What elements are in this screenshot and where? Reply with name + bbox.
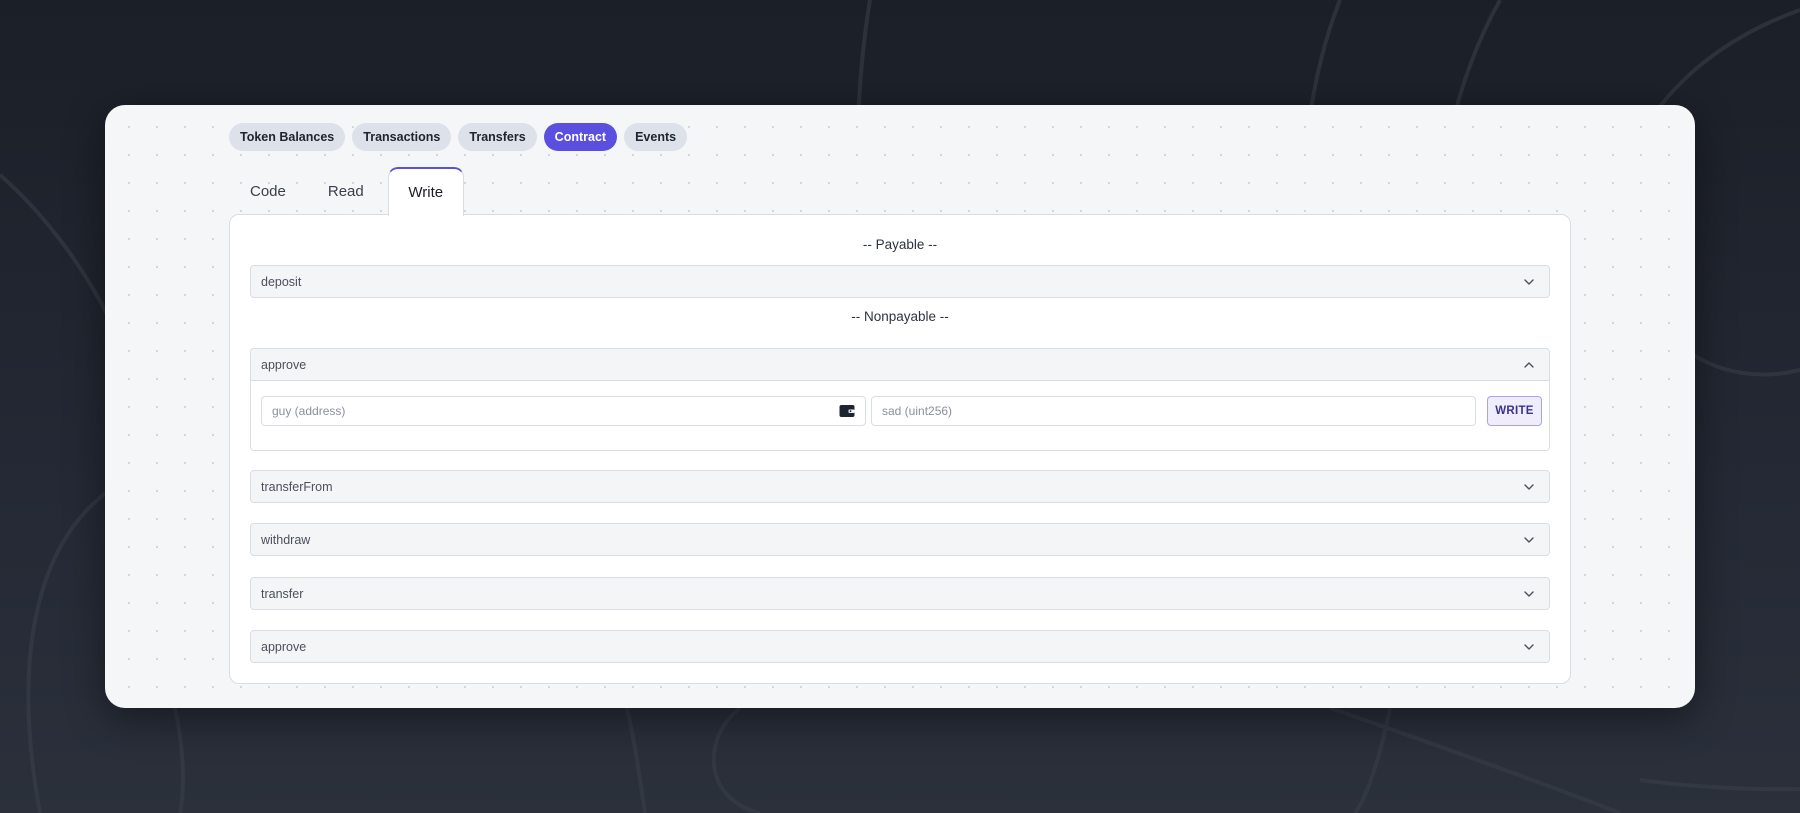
pill-token-balances[interactable]: Token Balances [229, 123, 346, 151]
tab-read[interactable]: Read [307, 167, 385, 215]
method-name: approve [261, 357, 307, 372]
pill-transactions[interactable]: Transactions [352, 123, 452, 151]
method-name: withdraw [261, 532, 311, 547]
method-name: transferFrom [261, 479, 333, 494]
contract-tabs: Code Read Write [229, 167, 464, 216]
chevron-down-icon [1523, 481, 1535, 493]
write-button[interactable]: WRITE [1487, 396, 1542, 426]
wallet-icon[interactable] [839, 403, 855, 419]
method-transfer[interactable]: transfer [250, 577, 1550, 610]
pill-contract[interactable]: Contract [543, 123, 618, 151]
method-transferfrom[interactable]: transferFrom [250, 470, 1550, 503]
method-name: deposit [261, 274, 302, 289]
chevron-down-icon [1523, 534, 1535, 546]
method-name: transfer [261, 586, 304, 601]
payable-heading: -- Payable -- [862, 237, 938, 252]
method-approve-header[interactable]: approve [251, 349, 1549, 381]
write-panel: -- Payable -- deposit -- Nonpayable -- a… [229, 214, 1571, 684]
method-name: approve [261, 639, 307, 654]
chevron-down-icon [1523, 641, 1535, 653]
method-withdraw[interactable]: withdraw [250, 523, 1550, 556]
tab-code[interactable]: Code [229, 167, 307, 215]
chevron-up-icon [1523, 359, 1535, 371]
method-approve-expanded: approve guy (address) sad (uint256) WRIT… [250, 348, 1550, 451]
pill-transfers[interactable]: Transfers [458, 123, 537, 151]
pill-events[interactable]: Events [624, 123, 688, 151]
chevron-down-icon [1523, 276, 1535, 288]
guy-address-input[interactable]: guy (address) [261, 396, 866, 426]
guy-address-placeholder: guy (address) [272, 404, 346, 418]
nav-pills: Token Balances Transactions Transfers Co… [229, 123, 688, 151]
method-deposit[interactable]: deposit [250, 265, 1550, 298]
method-approve-2[interactable]: approve [250, 630, 1550, 663]
sad-uint256-input[interactable]: sad (uint256) [871, 396, 1476, 426]
sad-uint256-placeholder: sad (uint256) [882, 404, 953, 418]
nonpayable-heading: -- Nonpayable -- [851, 309, 949, 324]
chevron-down-icon [1523, 588, 1535, 600]
tab-write[interactable]: Write [387, 167, 464, 216]
